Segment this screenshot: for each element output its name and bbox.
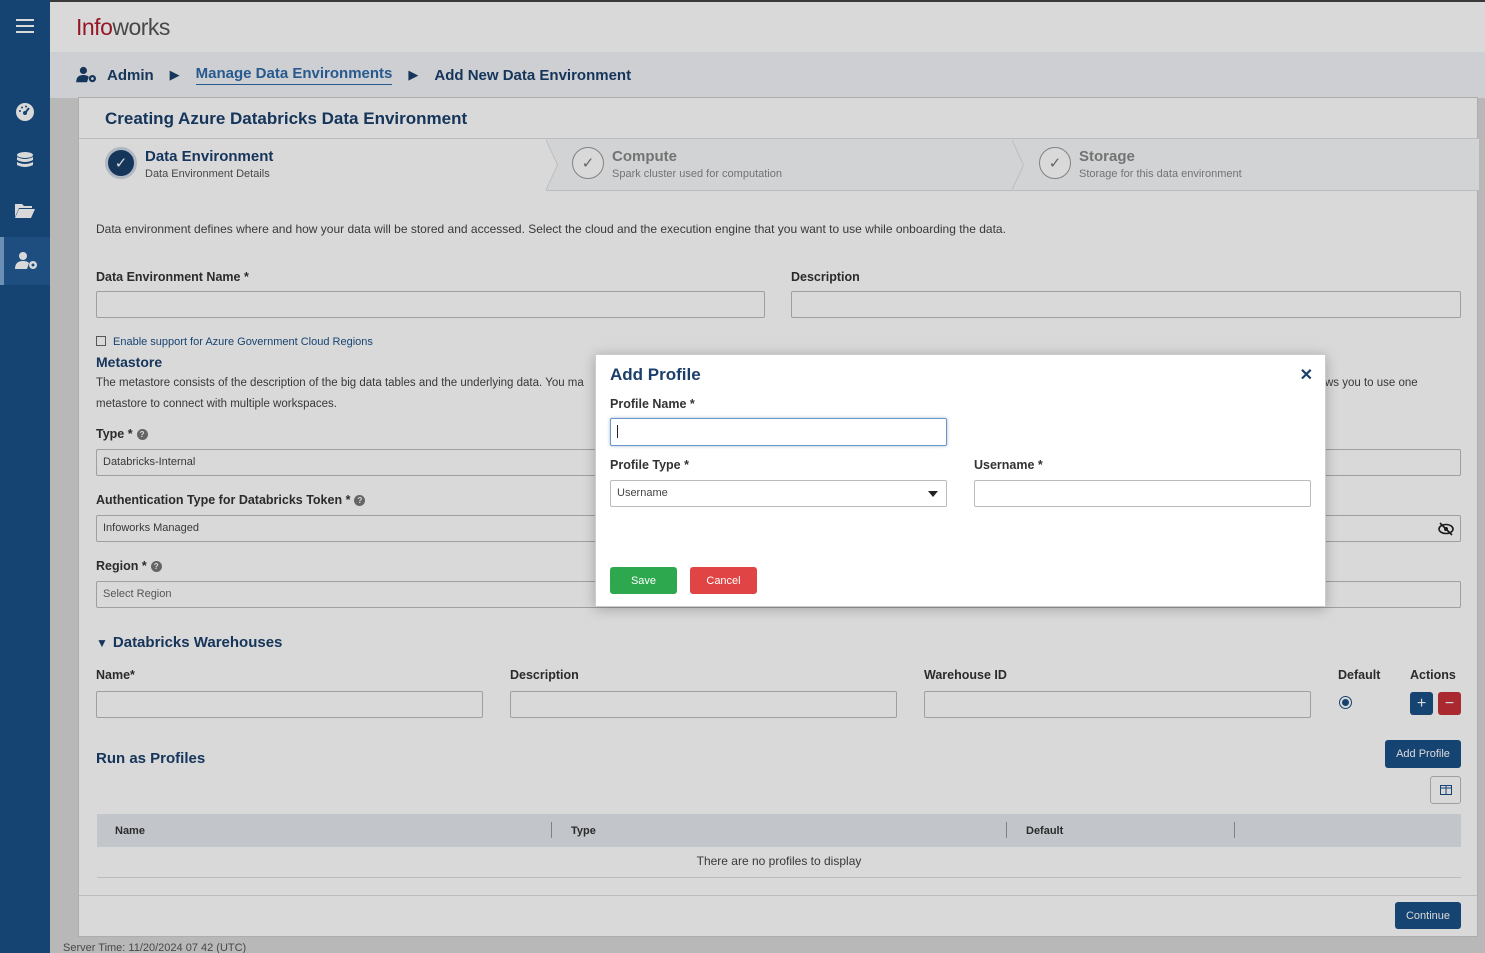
username-input[interactable] — [974, 480, 1311, 507]
profile-type-select[interactable]: Username — [610, 480, 947, 507]
add-profile-modal: Add Profile ✕ Profile Name * Profile Typ… — [595, 354, 1326, 607]
modal-title: Add Profile — [610, 365, 701, 384]
cancel-button[interactable]: Cancel — [690, 567, 757, 594]
profile-name-label: Profile Name * — [610, 397, 695, 411]
profile-name-input[interactable] — [610, 418, 947, 446]
caret-down-icon — [928, 491, 938, 497]
profile-type-label: Profile Type * — [610, 458, 689, 472]
text-cursor — [617, 425, 618, 438]
close-icon[interactable]: ✕ — [1300, 365, 1313, 385]
username-label: Username * — [974, 458, 1043, 472]
save-button[interactable]: Save — [610, 567, 677, 594]
